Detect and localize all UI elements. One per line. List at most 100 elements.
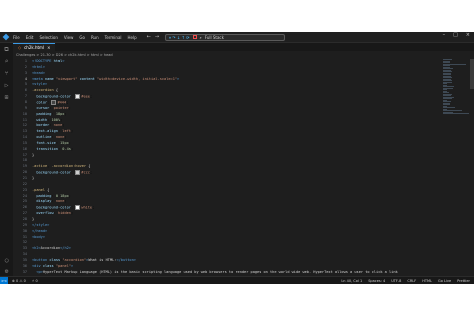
code-line[interactable]: <p>HyperText Markup Language (HTML) is t… xyxy=(32,270,397,274)
menu-item-file[interactable]: File xyxy=(13,35,20,40)
menu-item-terminal[interactable]: Terminal xyxy=(105,35,122,40)
vertical-scrollbar[interactable] xyxy=(470,59,474,89)
nav-buttons: ← → xyxy=(147,34,159,40)
code-line[interactable]: font-size: 15px; xyxy=(32,141,71,145)
code-line[interactable]: overflow: hidden; xyxy=(32,211,73,215)
search-text: Full Stack xyxy=(204,34,224,40)
line-number: 25 xyxy=(22,199,27,204)
line-number: 17 xyxy=(22,152,27,157)
line-number: 12 xyxy=(22,123,27,128)
code-line[interactable]: } xyxy=(32,217,34,221)
line-number: 20 xyxy=(22,170,27,175)
source-control-icon[interactable]: ⑂ xyxy=(3,70,10,77)
line-number: 36 xyxy=(22,263,27,268)
menu-item-help[interactable]: Help xyxy=(128,35,137,40)
line-number: 9 xyxy=(24,105,27,110)
close-tab-icon[interactable]: × xyxy=(47,45,50,50)
tab-ch2k-html[interactable]: ◇ ch2k.html × xyxy=(13,43,56,51)
line-number: 33 xyxy=(22,246,27,251)
activity-bar: ⧉ ⌕ ⑂ ▷ ⊞ ◯ ⚙ xyxy=(0,43,13,276)
status-item[interactable]: Go Live xyxy=(438,279,451,283)
line-number: 6 xyxy=(24,88,27,93)
line-number: 27 xyxy=(22,211,27,216)
maximize-icon[interactable]: □ xyxy=(453,32,458,38)
extensions-icon[interactable]: ⊞ xyxy=(3,94,10,101)
title-bar: File Edit Selection View Go Run Terminal Help ←… xyxy=(0,32,474,43)
code-line[interactable]: background-color: #ccc; xyxy=(32,170,92,176)
code-line[interactable]: .panel { xyxy=(32,188,49,192)
code-line[interactable]: </head> xyxy=(32,229,47,233)
code-line[interactable]: padding: 18px; xyxy=(32,112,66,116)
account-icon[interactable]: ◯ xyxy=(3,257,10,264)
code-line[interactable]: <meta name="viewport" content="width=dev… xyxy=(32,77,179,81)
code-line[interactable]: } xyxy=(32,153,34,157)
status-item[interactable]: ⚡ 0 xyxy=(32,279,38,283)
code-line[interactable]: display: none; xyxy=(32,199,66,203)
remote-indicator-icon[interactable]: >< xyxy=(0,277,8,284)
code-line[interactable]: cursor: pointer; xyxy=(32,106,71,110)
line-number: 13 xyxy=(22,129,27,134)
menu-item-edit[interactable]: Edit xyxy=(26,35,34,40)
status-item[interactable]: Prettier xyxy=(457,279,470,283)
vscode-logo-icon xyxy=(2,33,10,41)
status-item[interactable]: ⊗ 0 ⚠ 0 xyxy=(12,279,26,283)
code-line[interactable]: transition: 0.4s; xyxy=(32,147,73,151)
run-debug-icon[interactable]: ▷ xyxy=(3,82,10,89)
code-line[interactable]: padding: 0 18px; xyxy=(32,194,71,198)
status-item[interactable]: UTF-8 xyxy=(391,279,401,283)
code-line[interactable]: </style> xyxy=(32,223,49,227)
code-line[interactable]: .accordion { xyxy=(32,88,58,92)
code-line[interactable]: <div class="panel"> xyxy=(32,264,73,268)
code-line[interactable]: background-color: #eee; xyxy=(32,94,92,100)
minimap[interactable] xyxy=(441,59,471,119)
line-number: 26 xyxy=(22,205,27,210)
code-line[interactable]: border: none; xyxy=(32,123,64,127)
settings-gear-icon[interactable]: ⚙ xyxy=(3,268,10,275)
search-icon[interactable]: ⌕ xyxy=(3,58,10,65)
line-number: 29 xyxy=(22,222,27,227)
line-number: 7 xyxy=(24,94,27,99)
code-line[interactable]: <head> xyxy=(32,71,45,75)
code-line[interactable]: <!DOCTYPE html> xyxy=(32,59,64,63)
line-number: 28 xyxy=(22,216,27,221)
line-number: 23 xyxy=(22,187,27,192)
line-number: 15 xyxy=(22,140,27,145)
code-line[interactable]: <style> xyxy=(32,82,47,86)
menu-item-view[interactable]: View xyxy=(64,35,74,40)
debug-toolbar-icon[interactable]: ⏸ ↷ ↓ ↑ ⟳ xyxy=(169,35,190,40)
status-item[interactable]: Spaces: 4 xyxy=(368,279,385,283)
back-arrow-icon[interactable]: ← xyxy=(147,34,151,40)
stop-debug-icon[interactable] xyxy=(192,35,197,39)
minimize-icon[interactable]: – xyxy=(443,32,446,38)
code-line[interactable]: <body> xyxy=(32,235,45,239)
code-editor[interactable]: 1 <!DOCTYPE html> 2 <html> 3 <head> 4 <meta nam… xyxy=(13,59,440,276)
menu-item-run[interactable]: Run xyxy=(91,35,99,40)
code-line[interactable]: <h2>Accordion</h2> xyxy=(32,246,71,250)
breadcrumb[interactable]: Challenges > 21-30 > D26 > ch2k.html > h… xyxy=(13,52,113,58)
line-number: 3 xyxy=(24,70,27,75)
code-line[interactable]: background-color: white; xyxy=(32,205,94,211)
code-line[interactable]: color: #444; xyxy=(32,99,68,105)
menu-item-selection[interactable]: Selection xyxy=(39,35,57,40)
menu-item-go[interactable]: Go xyxy=(79,35,85,40)
code-line[interactable]: } xyxy=(32,176,34,180)
line-number: 30 xyxy=(22,228,27,233)
line-number: 37 xyxy=(22,269,27,274)
line-number: 19 xyxy=(22,164,27,169)
line-number: 14 xyxy=(22,135,27,140)
status-item[interactable]: Ln 40, Col 1 xyxy=(341,279,362,283)
code-line[interactable]: <html> xyxy=(32,65,45,69)
command-center-search[interactable]: ⏸ ↷ ↓ ↑ ⟳ ⌕ Full Stack xyxy=(165,33,285,41)
line-number: 34 xyxy=(22,252,27,257)
explorer-icon[interactable]: ⧉ xyxy=(3,46,10,53)
code-line[interactable]: text-align: left; xyxy=(32,129,73,133)
forward-arrow-icon[interactable]: → xyxy=(155,34,159,40)
code-line[interactable]: <button class="accordion">What is HTML:<… xyxy=(32,258,136,262)
status-item[interactable]: CRLF xyxy=(407,279,416,283)
line-number: 4 xyxy=(24,76,27,81)
code-line[interactable]: outline: none; xyxy=(32,135,66,139)
status-item[interactable]: HTML xyxy=(422,279,432,283)
code-line[interactable]: width: 100%; xyxy=(32,118,62,122)
code-line[interactable]: .active, .accordion:hover { xyxy=(32,164,90,168)
close-icon[interactable]: × xyxy=(466,32,470,38)
